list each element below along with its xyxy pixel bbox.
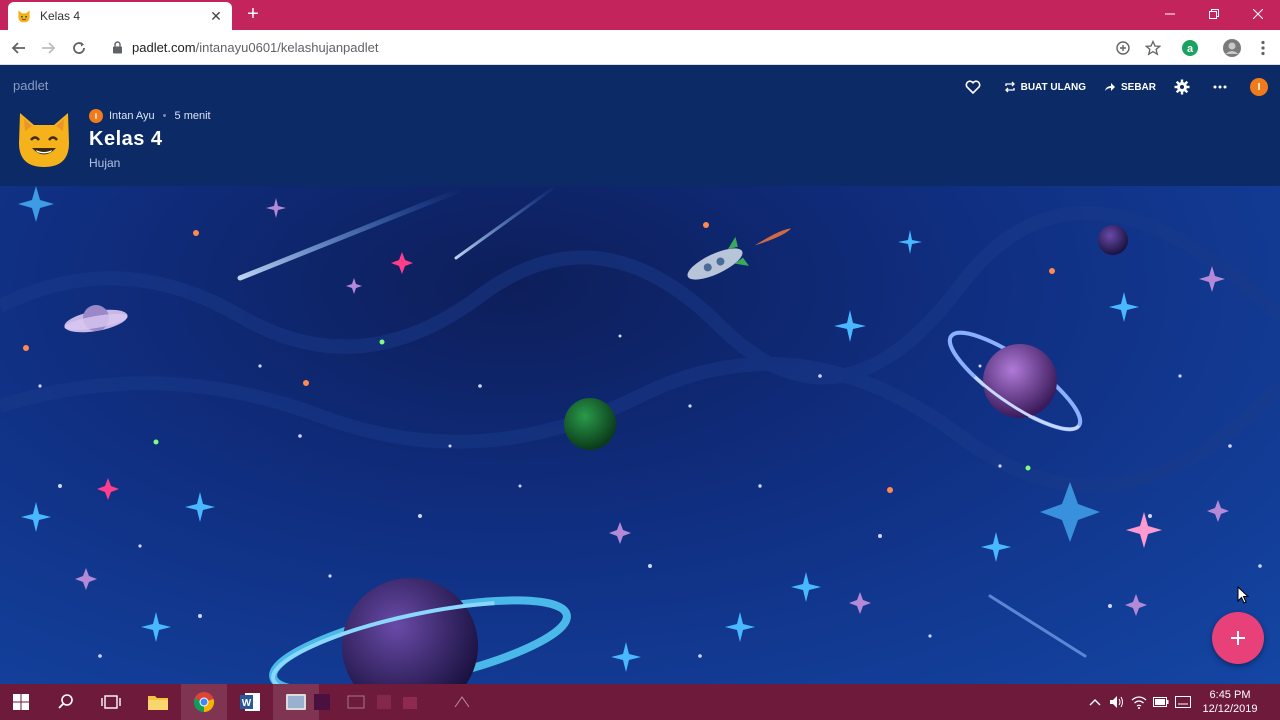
- keyboard-icon[interactable]: [1172, 691, 1194, 713]
- separator-dot: •: [162, 110, 167, 122]
- system-tray: 6:45 PM 12/12/2019: [1084, 684, 1280, 720]
- author-avatar: I: [89, 109, 103, 123]
- board-meta: I Intan Ayu • 5 menit: [89, 109, 211, 123]
- profile-avatar-icon[interactable]: [1222, 38, 1242, 58]
- cat-favicon-icon: [16, 8, 32, 24]
- chrome-icon[interactable]: [192, 690, 216, 714]
- reload-icon[interactable]: [69, 38, 89, 58]
- time-ago: 5 menit: [174, 110, 211, 122]
- browser-menu-icon[interactable]: [1253, 38, 1273, 58]
- photos-app-icon[interactable]: [284, 690, 308, 714]
- search-icon[interactable]: [54, 690, 78, 714]
- taskbar-clock[interactable]: 6:45 PM 12/12/2019: [1194, 688, 1266, 716]
- padlet-header: padlet BUAT ULANG SEBAR I I Intan Ayu • …: [0, 65, 1280, 186]
- plus-icon: [1231, 631, 1245, 645]
- remake-label: BUAT ULANG: [1020, 81, 1086, 93]
- app-icon-faded[interactable]: [344, 690, 368, 714]
- app-icon-faded[interactable]: [372, 690, 396, 714]
- extension-icon[interactable]: a: [1180, 38, 1200, 58]
- clock-date: 12/12/2019: [1202, 703, 1258, 715]
- svg-text:a: a: [1187, 43, 1194, 55]
- url-host: padlet.com: [132, 40, 196, 55]
- add-bookmark-plus-icon[interactable]: [1113, 38, 1133, 58]
- user-avatar[interactable]: I: [1250, 78, 1268, 96]
- cat-face-icon: [14, 109, 74, 169]
- browser-toolbar: padlet.com/intanayu0601/kelashujanpadlet…: [0, 30, 1280, 65]
- clock-time: 6:45 PM: [1209, 689, 1251, 701]
- mouse-cursor-icon: [1237, 586, 1249, 604]
- space-wallpaper-image: [0, 186, 1280, 684]
- add-post-button[interactable]: [1212, 612, 1264, 664]
- windows-start-icon[interactable]: [9, 690, 33, 714]
- word-icon[interactable]: W: [238, 690, 262, 714]
- task-view-icon[interactable]: [99, 690, 123, 714]
- url-path: /intanayu0601/kelashujanpadlet: [195, 40, 379, 55]
- chevron-up-icon[interactable]: [1084, 691, 1106, 713]
- share-button[interactable]: SEBAR: [1104, 82, 1156, 93]
- board-subtitle: Hujan: [89, 156, 121, 170]
- restore-button[interactable]: [1192, 0, 1236, 28]
- star-icon[interactable]: [1143, 38, 1163, 58]
- author-name: Intan Ayu: [109, 110, 155, 122]
- new-tab-button[interactable]: +: [244, 4, 262, 24]
- app-icon-faded[interactable]: [310, 690, 334, 714]
- settings-gear-icon[interactable]: [1174, 79, 1195, 95]
- heart-icon[interactable]: [965, 80, 986, 94]
- wifi-icon[interactable]: [1128, 691, 1150, 713]
- browser-tab[interactable]: Kelas 4 ✕: [8, 2, 232, 30]
- volume-icon[interactable]: [1106, 691, 1128, 713]
- app-icon-faded[interactable]: [450, 690, 474, 714]
- windows-taskbar: W 6:45 PM 12/12/2019: [0, 684, 1280, 720]
- share-label: SEBAR: [1120, 81, 1156, 93]
- padlet-logo[interactable]: padlet: [13, 78, 48, 93]
- url-text: padlet.com/intanayu0601/kelashujanpadlet: [132, 40, 378, 55]
- lock-icon: [112, 41, 124, 54]
- close-window-button[interactable]: [1236, 0, 1280, 28]
- back-arrow-icon[interactable]: [9, 38, 29, 58]
- remake-button[interactable]: BUAT ULANG: [1004, 81, 1086, 93]
- more-options-icon[interactable]: [1213, 85, 1232, 89]
- board-wallpaper: [0, 186, 1280, 684]
- browser-tabstrip: Kelas 4 ✕ +: [0, 0, 1280, 30]
- address-bar[interactable]: padlet.com/intanayu0601/kelashujanpadlet: [100, 34, 1172, 61]
- app-icon-faded[interactable]: [398, 690, 422, 714]
- file-explorer-icon[interactable]: [146, 690, 170, 714]
- header-actions: BUAT ULANG SEBAR I: [947, 77, 1268, 97]
- user-avatar-initial: I: [1250, 78, 1268, 96]
- battery-icon[interactable]: [1150, 691, 1172, 713]
- share-arrow-icon: [1104, 83, 1115, 91]
- svg-text:W: W: [242, 698, 252, 709]
- forward-arrow-icon[interactable]: [38, 38, 58, 58]
- minimize-button[interactable]: [1148, 0, 1192, 28]
- tab-close-icon[interactable]: ✕: [208, 8, 224, 24]
- tab-title: Kelas 4: [40, 9, 81, 23]
- repeat-icon: [1004, 81, 1015, 93]
- board-title: Kelas 4: [89, 128, 163, 150]
- window-controls: [1148, 0, 1280, 28]
- notification-icon[interactable]: [1266, 691, 1280, 713]
